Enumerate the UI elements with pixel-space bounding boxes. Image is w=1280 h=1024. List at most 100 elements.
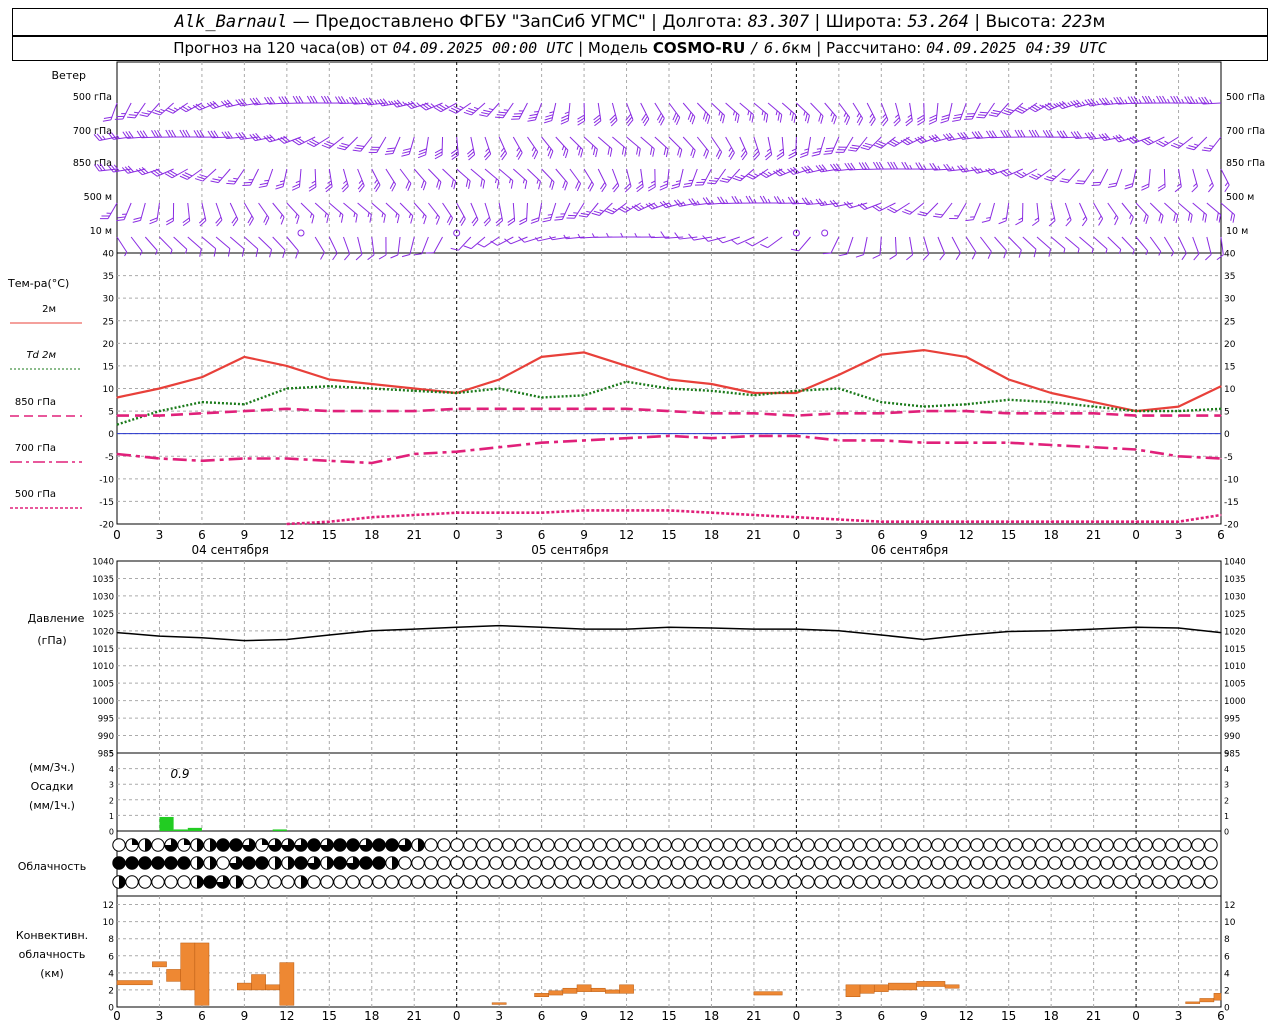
conv-ytick-left: 8 [108,935,114,945]
cloud-icon-outline [983,875,997,889]
cloud-icon-outline [905,856,919,870]
cloud-icon [775,875,789,889]
cloud-icon-outline [697,838,711,852]
cloud-icon-outline [164,875,178,889]
pressure-ytick-left: 1010 [92,662,114,672]
wind-barb-half [1181,98,1185,104]
wind-barb [328,236,338,261]
wind-barb-shaft [879,236,882,255]
cloud-icon [944,875,958,889]
pressure-ytick-right: 990 [1224,732,1240,742]
wind-barb [759,168,783,179]
conv-ytick-right: 0 [1224,1004,1230,1014]
cloud-icon [476,875,490,889]
cloud-icon-outline [476,838,490,852]
wind-barb-shaft [314,236,325,253]
temp-data-point [201,412,203,414]
temp-data-point [710,390,713,392]
wind-barb [1192,236,1200,261]
cloud-icon [1178,838,1192,852]
cloud-icon [528,875,542,889]
cloud-icon [1204,838,1218,852]
wind-barb [1135,236,1149,256]
wind-barb [1048,202,1056,227]
cloud-icon [424,856,438,870]
temp-data-point [583,351,585,353]
cloud-icon [918,838,932,852]
date-label: 05 сентября [531,543,608,557]
wind-barb [1170,136,1194,149]
cloud-icon [463,856,477,870]
pressure-data-point [583,628,585,630]
conv-cloud-bar [166,969,181,982]
cloud-icon-outline [749,875,763,889]
wind-barb [226,168,245,185]
conv-cloud-bar [753,991,783,996]
wind-barb [504,236,528,245]
wind-barb [937,236,946,261]
wind-barb-half [894,114,899,118]
cloud-icon-outline [489,838,503,852]
temp-xtick: 6 [1217,528,1225,542]
cloud-icon-outline [151,838,165,852]
cloud-icon-half [392,856,399,870]
wind-barb-half [824,200,828,205]
pressure-data-point [371,630,373,632]
wind-barb [543,102,557,124]
wind-barb-full [332,252,338,261]
cloud-icon-outline [450,875,464,889]
temp-data-point [753,435,755,437]
cloud-icon-outline [1204,875,1218,889]
cloud-icon [827,856,841,870]
cloud-icon-outline [1113,875,1127,889]
cloud-icon-outline [957,856,971,870]
temp-data-point [498,512,500,514]
temp-data-point [1050,401,1052,403]
cloud-icon [710,838,724,852]
temp-xtick: 9 [580,528,588,542]
wind-barb [321,136,344,149]
precip-ytick-left: 3 [109,781,114,790]
wind-barb [824,102,837,125]
cloud-icon [541,838,555,852]
wind-barb [860,136,882,151]
wind-barb-full [378,254,387,260]
cloud-icon [645,875,659,889]
cloud-icon [203,875,217,889]
wind-barb-shaft [497,236,514,246]
cloud-icon-outline [320,875,334,889]
cloud-icon [840,856,854,870]
pressure-data-point [880,634,882,636]
wind-barb-full [674,199,681,207]
wind-barb [132,202,146,223]
wind-barb-shaft [1064,236,1080,249]
pressure-data-point [498,624,500,627]
wind-barb [314,202,329,224]
wind-barb [390,99,415,108]
cloud-icon [632,838,646,852]
wind-barb-half [1167,98,1170,104]
wind-barb [136,167,160,176]
cloud-icon [112,875,126,889]
cloud-icon-outline [840,838,854,852]
temp-data-point [541,442,543,444]
pressure-data-point [668,626,670,628]
wind-barb [857,202,882,210]
temp-ytick-right: 0 [1224,430,1230,440]
temp-data-point [795,415,797,417]
wind-barb-half [640,204,645,209]
wind-barb [682,136,696,159]
temp-xtick: 3 [1175,528,1183,542]
conv-cloud-bar [534,993,549,998]
wind-barb-half [1195,99,1199,104]
wind-level-label-right: 700 гПа [1226,126,1265,137]
cloud-icon-outline [970,875,984,889]
pressure-ytick-left: 1005 [92,680,114,690]
cloud-icon [190,838,204,852]
wind-barb [541,136,554,159]
precip-ytick-right: 1 [1224,812,1229,821]
cloud-icon-outline [710,856,724,870]
temp-xtick: 12 [279,528,294,542]
temp-data-point [1008,399,1010,401]
wind-barb-full [624,183,631,190]
